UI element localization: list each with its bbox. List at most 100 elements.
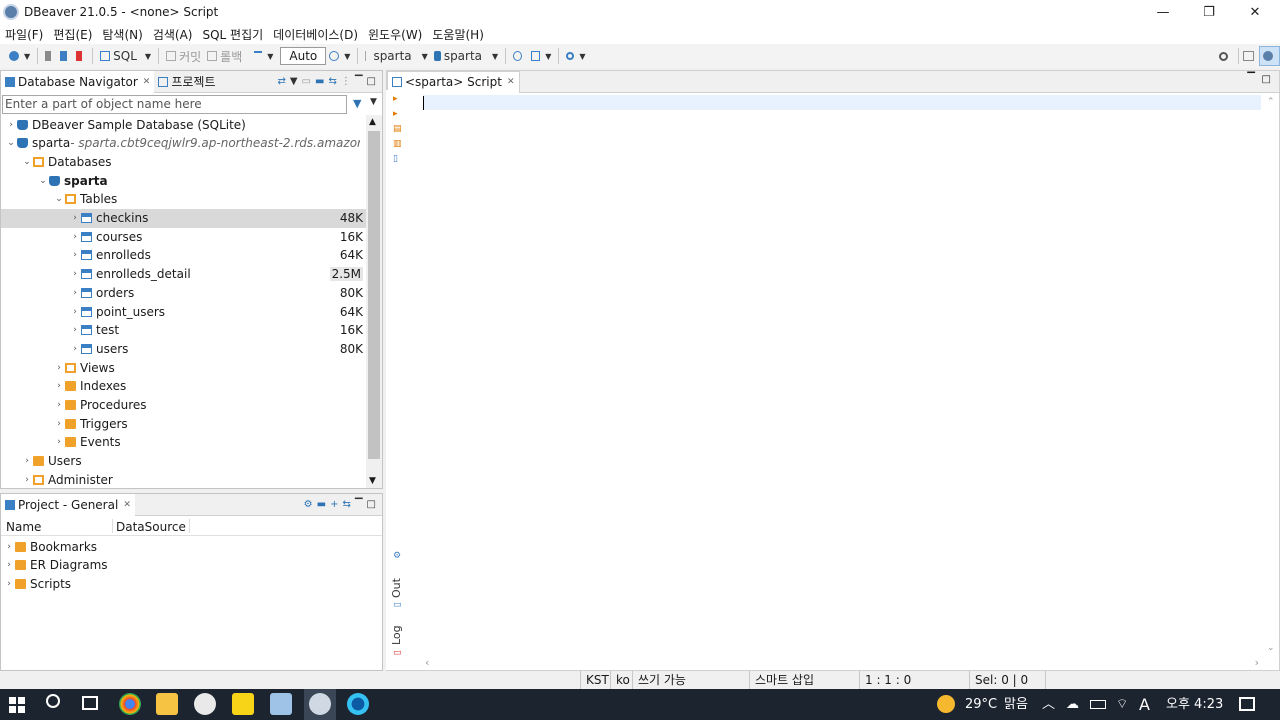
- result-panels-button[interactable]: ▼: [528, 46, 554, 66]
- tree-node[interactable]: ⌄ sparta - sparta.cbt9ceqjwlr9.ap-northea…: [1, 134, 367, 153]
- expand-arrow-icon[interactable]: ›: [69, 325, 81, 335]
- connect-button[interactable]: [42, 46, 57, 66]
- active-schema-selector[interactable]: sparta ▼: [431, 46, 501, 66]
- expand-arrow-icon[interactable]: ›: [5, 120, 17, 130]
- tree-node[interactable]: › Triggers: [1, 414, 367, 433]
- close-icon[interactable]: ✕: [123, 500, 131, 510]
- app-icon[interactable]: [270, 693, 292, 715]
- menu-file[interactable]: 파일(F): [0, 26, 48, 43]
- battery-icon[interactable]: [1090, 700, 1106, 709]
- expand-arrow-icon[interactable]: ›: [3, 579, 15, 589]
- expand-arrow-icon[interactable]: ›: [53, 363, 65, 373]
- sync-icon[interactable]: ⇄: [277, 76, 285, 87]
- collapse-arrow-icon[interactable]: ⌄: [37, 176, 49, 186]
- filter-icon[interactable]: ▼: [353, 97, 361, 110]
- global-search-button[interactable]: [1216, 46, 1234, 66]
- expand-arrow-icon[interactable]: ›: [21, 456, 33, 466]
- menu-navigate[interactable]: 탐색(N): [97, 26, 147, 43]
- output-panel-icon[interactable]: ▭: [393, 600, 402, 610]
- scroll-right-icon[interactable]: ›: [1255, 656, 1259, 669]
- dbeaver-perspective-button[interactable]: [1259, 46, 1280, 66]
- tree-node[interactable]: › users 80K: [1, 339, 367, 358]
- menu-edit[interactable]: 편집(E): [48, 26, 97, 43]
- perspective-button[interactable]: [1240, 46, 1260, 66]
- minimize-button[interactable]: —: [1140, 0, 1186, 24]
- notification-icon[interactable]: [1239, 697, 1255, 711]
- log-panel-toggle[interactable]: Log: [390, 625, 403, 645]
- gear-icon[interactable]: ⚙: [304, 499, 313, 510]
- menu-window[interactable]: 윈도우(W): [363, 26, 427, 43]
- maximize-view-icon[interactable]: □: [367, 499, 376, 510]
- column-datasource[interactable]: DataSource: [116, 516, 186, 538]
- sql-editor-button[interactable]: SQL ▼: [97, 46, 154, 66]
- close-button[interactable]: ✕: [1232, 0, 1278, 24]
- column-name[interactable]: Name: [6, 516, 41, 538]
- scroll-up-icon[interactable]: ▲: [369, 117, 376, 127]
- tree-node[interactable]: › Administer: [1, 470, 367, 489]
- collapse-all-icon[interactable]: ▬: [317, 499, 326, 510]
- collapse-arrow-icon[interactable]: ⌄: [21, 157, 33, 167]
- load-plan-icon[interactable]: ▯: [393, 154, 398, 164]
- tree-node[interactable]: ⌄ Tables: [1, 190, 367, 209]
- navigator-scrollbar[interactable]: ▲ ▼: [366, 115, 382, 488]
- expand-arrow-icon[interactable]: ›: [69, 213, 81, 223]
- tab-project-general[interactable]: Project - General ✕: [1, 493, 135, 516]
- scroll-down-icon[interactable]: ⌄: [1267, 643, 1275, 653]
- tree-node[interactable]: › enrolleds_detail 2.5M: [1, 265, 367, 284]
- search-icon[interactable]: [46, 694, 60, 708]
- tree-node[interactable]: › Views: [1, 358, 367, 377]
- tree-node[interactable]: ⌄ Databases: [1, 152, 367, 171]
- link-editor-icon[interactable]: ⇆: [328, 76, 336, 87]
- scroll-up-icon[interactable]: ⌃: [1267, 97, 1275, 107]
- scrollbar-thumb[interactable]: [368, 131, 380, 459]
- execute-statement-icon[interactable]: ▸: [393, 94, 398, 104]
- search-toolbar-button[interactable]: ▼: [563, 46, 588, 66]
- expand-arrow-icon[interactable]: ›: [69, 344, 81, 354]
- menu-sql-editor[interactable]: SQL 편집기: [197, 26, 268, 43]
- disconnect-button[interactable]: [57, 46, 73, 66]
- expand-arrow-icon[interactable]: ›: [69, 307, 81, 317]
- navigator-filter-input[interactable]: Enter a part of object name here: [2, 95, 347, 114]
- expand-arrow-icon[interactable]: ›: [21, 475, 33, 485]
- tree-node[interactable]: › orders 80K: [1, 283, 367, 302]
- collapse-arrow-icon[interactable]: ⌄: [5, 138, 17, 148]
- tab-database-navigator[interactable]: Database Navigator ✕: [1, 70, 155, 93]
- tree-node[interactable]: › Procedures: [1, 396, 367, 415]
- tree-node[interactable]: › Indexes: [1, 377, 367, 396]
- menu-help[interactable]: 도움말(H): [427, 26, 489, 43]
- restore-button[interactable]: ❐: [1186, 0, 1232, 24]
- collapse-all-icon[interactable]: ▬: [315, 76, 324, 87]
- project-item[interactable]: › Bookmarks: [1, 537, 367, 556]
- edge-icon[interactable]: [347, 693, 369, 715]
- menu-database[interactable]: 데이터베이스(D): [268, 26, 363, 43]
- history-button[interactable]: ▼: [326, 46, 353, 66]
- out-panel-toggle[interactable]: Out: [390, 578, 403, 598]
- minimize-view-icon[interactable]: ▔: [1247, 73, 1255, 84]
- expand-arrow-icon[interactable]: ›: [3, 542, 15, 552]
- chevron-up-icon[interactable]: ︿: [1042, 689, 1055, 720]
- view-menu-icon[interactable]: ▼: [290, 76, 298, 87]
- task-view-icon[interactable]: [82, 696, 98, 710]
- expand-arrow-icon[interactable]: ›: [69, 288, 81, 298]
- log-panel-icon[interactable]: ▭: [393, 648, 402, 658]
- file-explorer-icon[interactable]: [156, 693, 178, 715]
- expand-arrow-icon[interactable]: ›: [69, 250, 81, 260]
- more-icon[interactable]: ⋮: [341, 76, 351, 87]
- editor-hscroll[interactable]: ‹ ›: [423, 656, 1263, 670]
- app-icon[interactable]: [194, 693, 216, 715]
- wifi-icon[interactable]: ⌔: [1116, 689, 1128, 720]
- expand-arrow-icon[interactable]: ›: [69, 232, 81, 242]
- expand-arrow-icon[interactable]: ›: [69, 269, 81, 279]
- project-item[interactable]: › ER Diagrams: [1, 556, 367, 575]
- tree-node[interactable]: › DBeaver Sample Database (SQLite): [1, 115, 367, 134]
- editor-vscroll[interactable]: ⌃ ⌄: [1263, 95, 1279, 655]
- kakaotalk-icon[interactable]: [232, 693, 254, 715]
- invalidate-button[interactable]: [73, 46, 88, 66]
- tree-node[interactable]: ⌄ sparta: [1, 171, 367, 190]
- project-item[interactable]: › Scripts: [1, 574, 367, 593]
- scroll-down-icon[interactable]: ▼: [369, 476, 376, 486]
- expand-arrow-icon[interactable]: ›: [53, 400, 65, 410]
- new-connection-button[interactable]: ▼: [6, 46, 33, 66]
- tree-node[interactable]: › enrolleds 64K: [1, 246, 367, 265]
- maximize-view-icon[interactable]: □: [367, 76, 376, 87]
